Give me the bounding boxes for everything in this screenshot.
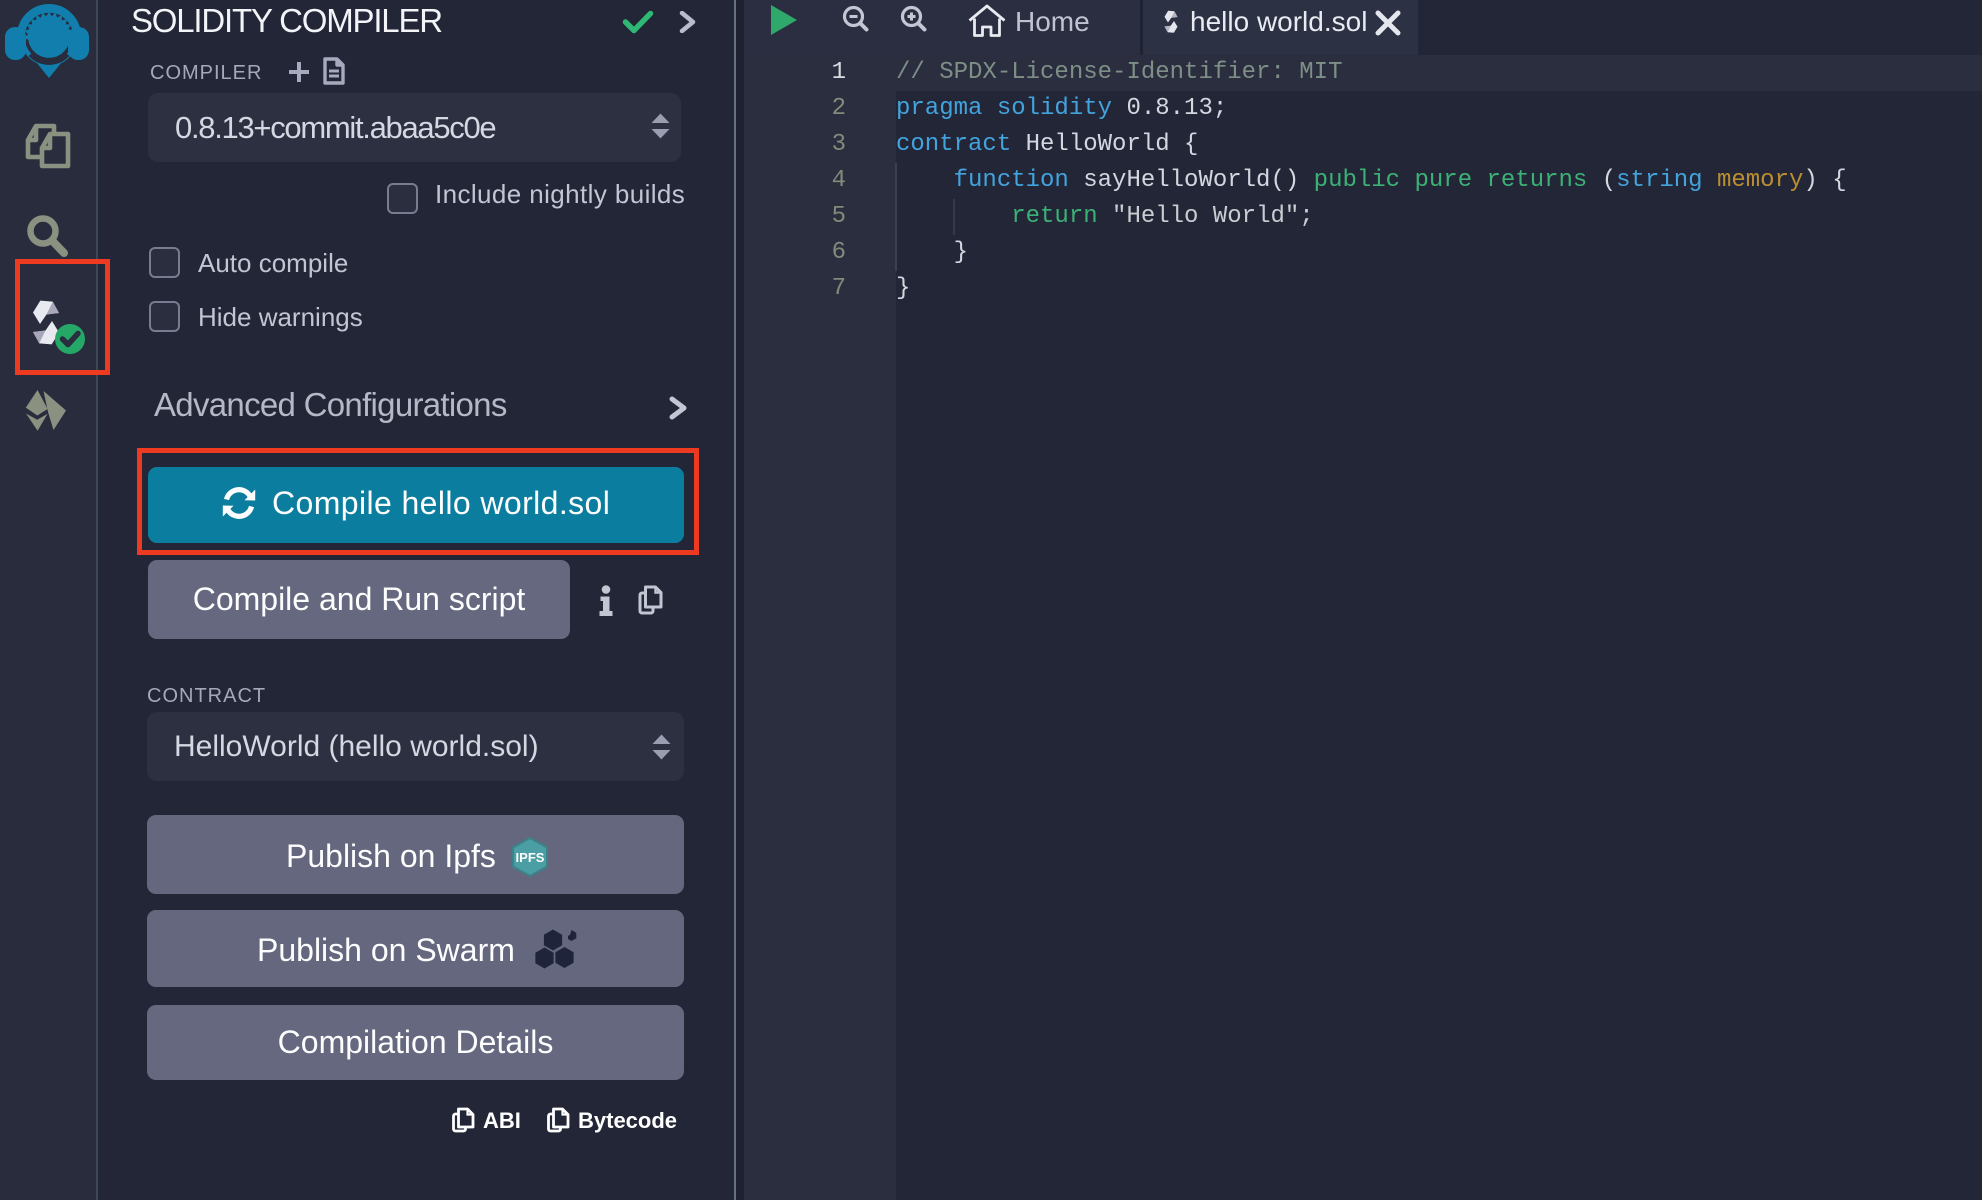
svg-text:IPFS: IPFS xyxy=(516,850,545,865)
